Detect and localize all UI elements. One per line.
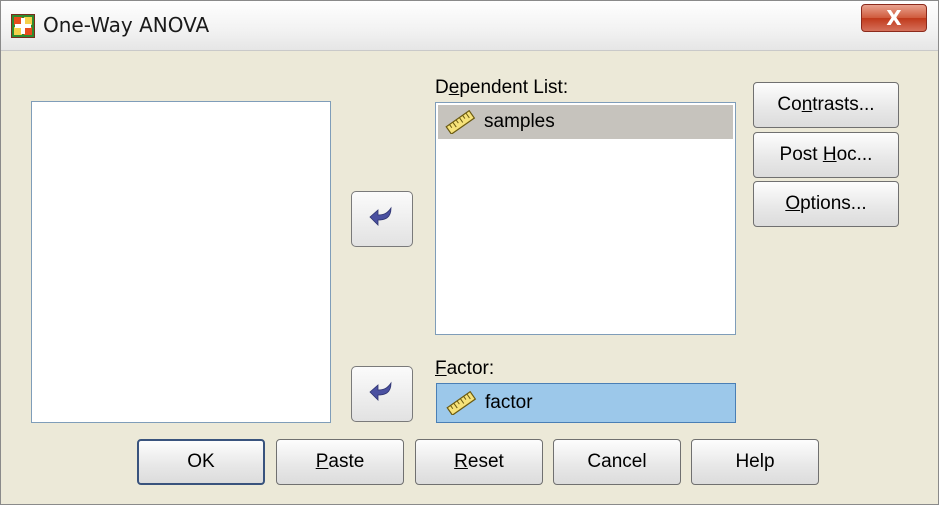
move-to-factor-button[interactable] <box>351 366 413 422</box>
help-button[interactable]: Help <box>691 439 819 485</box>
ruler-scale-icon <box>444 109 476 135</box>
post-hoc-button[interactable]: Post Hoc... <box>753 132 899 178</box>
ok-button[interactable]: OK <box>137 439 265 485</box>
title-bar[interactable]: One-Way ANOVA X <box>1 1 938 51</box>
cancel-button[interactable]: Cancel <box>553 439 681 485</box>
move-to-dependent-button[interactable] <box>351 191 413 247</box>
dependent-list-label: Dependent List: <box>435 77 569 98</box>
list-item[interactable]: samples <box>438 105 733 139</box>
reset-button[interactable]: Reset <box>415 439 543 485</box>
factor-item-label: factor <box>485 392 533 413</box>
factor-label: Factor: <box>435 358 495 379</box>
close-icon: X <box>886 6 902 30</box>
spss-dialog-icon <box>11 14 35 38</box>
list-item[interactable]: factor <box>439 386 734 420</box>
dependent-list[interactable]: samples <box>435 102 736 335</box>
options-button[interactable]: Options... <box>753 181 899 227</box>
dependent-item-label: samples <box>484 111 555 132</box>
window-title: One-Way ANOVA <box>43 13 210 37</box>
curved-arrow-left-icon <box>369 206 395 233</box>
contrasts-button[interactable]: Contrasts... <box>753 82 899 128</box>
paste-button[interactable]: Paste <box>276 439 404 485</box>
source-variable-list[interactable] <box>31 101 331 423</box>
factor-field[interactable]: factor <box>436 383 736 423</box>
one-way-anova-dialog: One-Way ANOVA X Dependent List: samples … <box>0 0 939 505</box>
ruler-scale-icon <box>445 390 477 416</box>
curved-arrow-left-icon <box>369 381 395 408</box>
close-button[interactable]: X <box>861 4 927 32</box>
